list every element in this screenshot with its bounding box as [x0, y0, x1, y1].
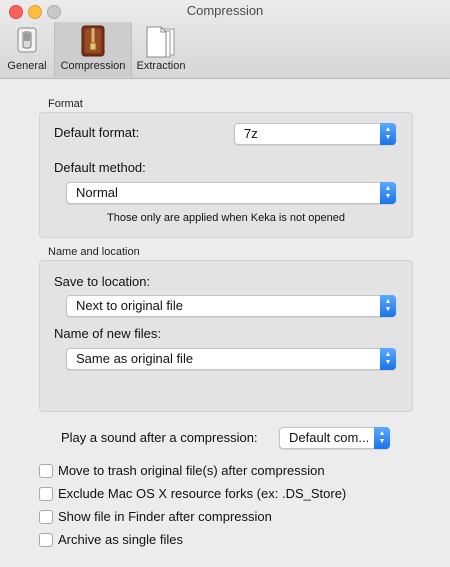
checkbox-label[interactable]: Show file in Finder after compression — [58, 509, 272, 524]
tab-label: General — [7, 60, 47, 72]
document-stack-icon — [146, 26, 175, 58]
tab-label: Extraction — [136, 60, 186, 72]
play-sound-label: Play a sound after a compression: — [61, 430, 258, 445]
checkbox-show-in-finder[interactable] — [39, 510, 53, 524]
title-bar: Compression General Compression Extracti… — [0, 0, 450, 79]
name-of-new-files-value: Same as original file — [76, 351, 194, 366]
save-to-location-popup[interactable]: Next to original file ▲ ▼ — [66, 295, 396, 317]
name-location-section-title: Name and location — [48, 246, 140, 258]
tab-general[interactable]: General — [4, 22, 50, 77]
toggle-switch-icon — [17, 27, 37, 53]
save-to-location-label: Save to location: — [54, 274, 151, 289]
default-format-label: Default format: — [54, 125, 140, 140]
checkbox-archive-single-files[interactable] — [39, 533, 53, 547]
default-method-label: Default method: — [54, 160, 146, 175]
archive-zipper-icon — [81, 25, 105, 57]
default-method-value: Normal — [76, 185, 118, 200]
popup-chevron-icon: ▲ ▼ — [380, 295, 396, 317]
default-format-popup[interactable]: 7z ▲ ▼ — [234, 123, 396, 145]
preferences-window: Compression General Compression Extracti… — [0, 0, 450, 567]
save-to-location-value: Next to original file — [76, 298, 183, 313]
checkbox-label[interactable]: Exclude Mac OS X resource forks (ex: .DS… — [58, 486, 346, 501]
format-section-title: Format — [48, 98, 83, 110]
popup-chevron-icon: ▲ ▼ — [374, 427, 390, 449]
window-title: Compression — [186, 3, 264, 18]
popup-chevron-icon: ▲ ▼ — [380, 182, 396, 204]
format-note: Those only are applied when Keka is not … — [107, 212, 345, 224]
tab-label: Compression — [60, 60, 126, 72]
checkbox-label[interactable]: Archive as single files — [58, 532, 183, 547]
sound-popup[interactable]: Default com... ▲ ▼ — [279, 427, 390, 449]
popup-chevron-icon: ▲ ▼ — [380, 348, 396, 370]
default-format-value: 7z — [244, 126, 258, 141]
tab-compression[interactable]: Compression — [54, 22, 132, 77]
default-method-popup[interactable]: Normal ▲ ▼ — [66, 182, 396, 204]
checkbox-label[interactable]: Move to trash original file(s) after com… — [58, 463, 325, 478]
sound-value: Default com... — [289, 430, 370, 445]
name-of-new-files-label: Name of new files: — [54, 326, 161, 341]
popup-chevron-icon: ▲ ▼ — [380, 123, 396, 145]
checkbox-exclude-resource-forks[interactable] — [39, 487, 53, 501]
checkbox-move-to-trash[interactable] — [39, 464, 53, 478]
name-of-new-files-popup[interactable]: Same as original file ▲ ▼ — [66, 348, 396, 370]
tab-extraction[interactable]: Extraction — [131, 22, 191, 77]
